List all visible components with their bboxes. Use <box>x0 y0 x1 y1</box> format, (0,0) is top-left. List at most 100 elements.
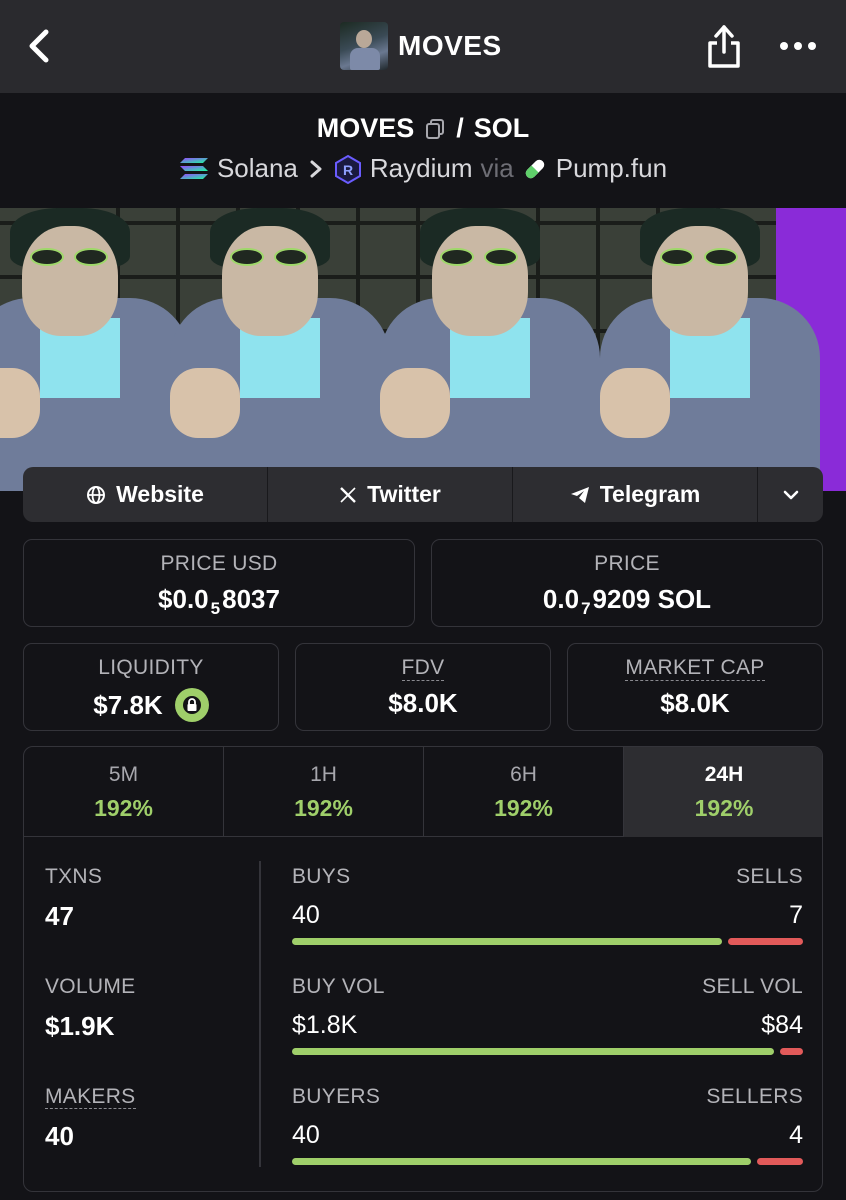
launchpad-link[interactable]: Pump.fun <box>522 153 667 184</box>
sell-vol-label: SELL VOL <box>702 975 803 998</box>
sell-portion <box>757 1158 803 1165</box>
copy-icon[interactable] <box>424 118 446 140</box>
top-nav-bar: MOVES <box>0 0 846 93</box>
volume-value: $1.9K <box>45 1011 115 1041</box>
x-logo-icon <box>340 486 357 503</box>
launchpad-name: Pump.fun <box>555 153 668 183</box>
volume-label: VOLUME <box>45 975 136 998</box>
price-usd-label: PRICE USD <box>160 552 278 575</box>
telegram-icon <box>570 486 589 503</box>
timeframe-tabs: 5M 192% 1H 192% 6H 192% 24H 192% <box>24 747 822 837</box>
buy-vol-label: BUY VOL <box>292 975 385 998</box>
pair-quote-symbol: SOL <box>473 113 530 143</box>
buyers-sellers-bar <box>292 1158 803 1165</box>
price-usd-prefix: $0.0 <box>158 584 209 614</box>
volume-metric: VOLUME $1.9K <box>45 975 136 1042</box>
makers-label-wrap: MAKERS <box>45 1085 136 1109</box>
price-native-label: PRICE <box>594 552 660 575</box>
buys-value: 40 <box>292 901 320 929</box>
buys-sells-ratio: BUYS SELLS 40 7 <box>292 865 803 945</box>
sells-value: 7 <box>789 901 803 929</box>
liquidity-locked-badge[interactable] <box>174 688 209 722</box>
market-cap-card[interactable]: MARKET CAP $8.0K <box>567 643 823 731</box>
liquidity-label: LIQUIDITY <box>98 656 204 679</box>
fdv-label: FDV <box>401 656 445 681</box>
more-horizontal-icon <box>780 42 816 50</box>
tab-label: 5M <box>108 763 139 786</box>
tab-label: 24H <box>704 763 744 786</box>
sellers-label: SELLERS <box>706 1085 803 1108</box>
tab-label: 6H <box>510 763 537 786</box>
token-banner-image <box>0 208 846 491</box>
txns-label: TXNS <box>45 865 103 888</box>
txns-value: 47 <box>45 901 74 931</box>
buy-portion <box>292 1158 751 1165</box>
sells-label: SELLS <box>736 865 803 888</box>
buys-label: BUYS <box>292 865 351 888</box>
chevron-left-icon <box>29 29 49 63</box>
pair-token-symbol: MOVES <box>316 113 415 143</box>
tab-change: 192% <box>694 795 754 821</box>
volume-split-bar <box>292 1048 803 1055</box>
dex-link[interactable]: R Raydium <box>334 153 473 184</box>
pair-header: MOVES / SOL Solana R Raydium via Pump.fu… <box>0 93 846 208</box>
price-native-zero-count: 7 <box>581 598 591 618</box>
share-button[interactable] <box>704 22 744 70</box>
share-icon <box>708 25 740 68</box>
telegram-label: Telegram <box>599 481 701 507</box>
fdv-card[interactable]: FDV $8.0K <box>295 643 551 731</box>
market-cap-value: $8.0K <box>660 688 730 718</box>
price-usd-digits: 8037 <box>222 584 280 614</box>
stats-divider <box>259 861 261 1167</box>
txns-metric: TXNS 47 <box>45 865 102 932</box>
price-usd-zero-count: 5 <box>210 598 221 618</box>
tab-1h[interactable]: 1H 192% <box>224 747 424 837</box>
back-button[interactable] <box>22 26 58 66</box>
buyers-sellers-ratio: BUYERS SELLERS 40 4 <box>292 1085 803 1165</box>
social-links-bar: Website Twitter Telegram <box>23 467 823 522</box>
chevron-down-icon <box>783 490 798 499</box>
buyers-label: BUYERS <box>292 1085 381 1108</box>
tab-change: 192% <box>494 795 553 821</box>
dex-name: Raydium <box>369 153 473 183</box>
tab-24h[interactable]: 24H 192% <box>624 747 822 837</box>
via-label: via <box>480 153 514 183</box>
fdv-value: $8.0K <box>388 688 458 718</box>
price-usd-value: $0.0 5 8037 <box>24 584 414 618</box>
fdv-label-wrap: FDV <box>296 656 550 681</box>
chain-name: Solana <box>216 153 298 183</box>
buys-sells-bar <box>292 938 803 945</box>
price-native-value: 0.0 7 9209 SOL <box>432 584 822 618</box>
price-usd-card: PRICE USD $0.0 5 8037 <box>23 539 415 627</box>
price-native-card: PRICE 0.0 7 9209 SOL <box>431 539 823 627</box>
app-title-group: MOVES <box>340 22 502 70</box>
pair-title-row: MOVES / SOL <box>0 113 846 144</box>
buy-vol-value: $1.8K <box>292 1011 358 1039</box>
price-native-digits: 9209 SOL <box>592 584 712 614</box>
tab-6h[interactable]: 6H 192% <box>424 747 624 837</box>
market-cap-label-wrap: MARKET CAP <box>568 656 822 681</box>
pair-separator: / <box>456 113 464 143</box>
telegram-link-button[interactable]: Telegram <box>513 467 758 522</box>
more-links-dropdown[interactable] <box>758 467 823 522</box>
website-label: Website <box>116 481 204 507</box>
website-link-button[interactable]: Website <box>23 467 268 522</box>
chevron-right-icon <box>310 160 322 177</box>
chain-link[interactable]: Solana <box>179 153 298 184</box>
globe-icon <box>87 485 106 504</box>
solana-icon <box>179 157 208 179</box>
pill-icon <box>525 159 544 178</box>
svg-text:R: R <box>343 162 353 178</box>
liquidity-value-row: $7.8K <box>24 688 278 722</box>
sell-portion <box>728 938 803 945</box>
tab-change: 192% <box>94 795 153 821</box>
tab-5m[interactable]: 5M 192% <box>24 747 224 837</box>
sell-vol-value: $84 <box>761 1011 803 1039</box>
route-breadcrumb: Solana R Raydium via Pump.fun <box>0 153 846 184</box>
twitter-link-button[interactable]: Twitter <box>268 467 513 522</box>
token-avatar <box>340 22 388 70</box>
more-options-button[interactable] <box>778 34 818 58</box>
tab-change: 192% <box>294 795 353 821</box>
buyers-value: 40 <box>292 1121 320 1149</box>
makers-metric[interactable]: MAKERS 40 <box>45 1085 136 1152</box>
